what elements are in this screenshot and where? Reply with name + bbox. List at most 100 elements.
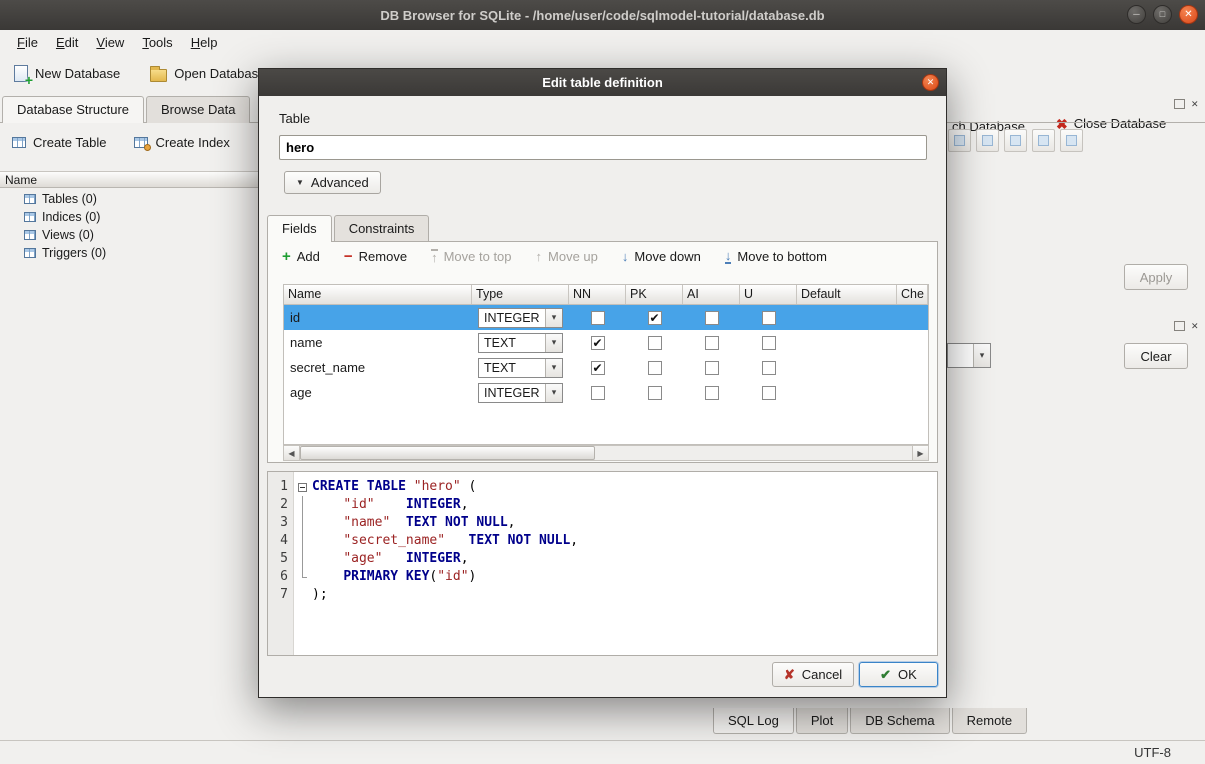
type-combobox[interactable]: TEXT▾ [478,333,563,353]
bottom-tab-plot[interactable]: Plot [796,708,848,734]
cancel-button[interactable]: ✘ Cancel [772,662,854,687]
type-combobox[interactable]: INTEGER▾ [478,383,563,403]
column-header-type[interactable]: Type [472,285,569,304]
field-row-name[interactable]: name TEXT▾ ✔ [284,330,928,355]
dialog-tab-constraints[interactable]: Constraints [334,215,430,241]
create-index-button[interactable]: Create Index [128,131,235,154]
bottom-tab-db-schema[interactable]: DB Schema [850,708,949,734]
type-combobox[interactable]: TEXT▾ [478,358,563,378]
column-header-u[interactable]: U [740,285,797,304]
open-database-button[interactable]: Open Database [144,61,271,86]
default-cell[interactable] [797,305,897,330]
column-header-nn[interactable]: NN [569,285,626,304]
type-combobox[interactable]: INTEGER▾ [478,308,563,328]
column-header-default[interactable]: Default [797,285,897,304]
column-header-che[interactable]: Che [897,285,928,304]
menu-tools[interactable]: Tools [133,32,181,53]
advanced-toggle-button[interactable]: ▼ Advanced [284,171,381,194]
menu-edit[interactable]: Edit [47,32,87,53]
u-checkbox[interactable] [762,311,776,325]
pk-checkbox[interactable]: ✔ [648,311,662,325]
column-header-pk[interactable]: PK [626,285,683,304]
horizontal-scrollbar[interactable]: ◀ ▶ [283,445,929,461]
field-row-secret-name[interactable]: secret_name TEXT▾ ✔ [284,355,928,380]
field-row-age[interactable]: age INTEGER▾ [284,380,928,405]
maximize-icon[interactable]: □ [1153,5,1172,24]
tree-item-views-0[interactable]: Views (0) [0,226,258,244]
fold-marker[interactable] [294,478,310,496]
encoding-indicator[interactable]: UTF-8 [1134,745,1171,760]
cell-toolbar-icon[interactable] [1004,129,1027,152]
menu-help[interactable]: Help [182,32,227,53]
ok-button[interactable]: ✔ OK [859,662,938,687]
default-cell[interactable] [797,380,897,405]
u-checkbox[interactable] [762,336,776,350]
move-down-button[interactable]: ↓Move down [622,249,701,264]
field-name-cell[interactable]: age [284,380,472,405]
sql-code[interactable]: CREATE TABLE "hero" ( "id" INTEGER, "nam… [310,472,937,655]
new-database-button[interactable]: New Database [8,61,126,86]
u-checkbox[interactable] [762,361,776,375]
log-filter-combobox[interactable]: ▾ [947,343,991,368]
pk-checkbox[interactable] [648,386,662,400]
table-name-input[interactable] [279,135,927,160]
scroll-track[interactable] [300,446,912,460]
pk-checkbox[interactable] [648,361,662,375]
cell-toolbar-icon[interactable] [1060,129,1083,152]
menu-view[interactable]: View [87,32,133,53]
menu-file[interactable]: File [8,32,47,53]
cell-toolbar-icon[interactable] [948,129,971,152]
u-checkbox[interactable] [762,386,776,400]
dock-close-icon[interactable]: ✕ [1191,322,1199,331]
ai-checkbox[interactable] [705,386,719,400]
tab-database-structure[interactable]: Database Structure [2,96,144,123]
cell-toolbar-icon[interactable] [1032,129,1055,152]
nn-checkbox[interactable]: ✔ [591,336,605,350]
minimize-icon[interactable]: ─ [1127,5,1146,24]
tree-header-name[interactable]: Name [0,171,258,188]
nn-checkbox[interactable] [591,311,605,325]
check-cell[interactable] [897,355,928,380]
dialog-tab-fields[interactable]: Fields [267,215,332,242]
nn-checkbox[interactable] [591,386,605,400]
tab-browse-data[interactable]: Browse Data [146,96,250,123]
close-icon[interactable]: ✕ [1179,5,1198,24]
default-cell[interactable] [797,355,897,380]
dock-float-icon[interactable] [1174,99,1185,109]
ai-checkbox[interactable] [705,336,719,350]
clear-button[interactable]: Clear [1124,343,1188,369]
dock-float-icon[interactable] [1174,321,1185,331]
tree-item-tables-0[interactable]: Tables (0) [0,190,258,208]
dock-close-icon[interactable]: ✕ [1191,100,1199,109]
check-cell[interactable] [897,380,928,405]
field-name-cell[interactable]: id [284,305,472,330]
field-name-cell[interactable]: name [284,330,472,355]
column-header-ai[interactable]: AI [683,285,740,304]
bottom-tab-remote[interactable]: Remote [952,708,1028,734]
check-cell[interactable] [897,305,928,330]
field-row-id[interactable]: id INTEGER▾ ✔ [284,305,928,330]
tree-item-indices-0[interactable]: Indices (0) [0,208,258,226]
ai-checkbox[interactable] [705,311,719,325]
scroll-left-icon[interactable]: ◀ [284,446,300,460]
move-to-bottom-button[interactable]: ↓Move to bottom [725,249,827,264]
nn-checkbox[interactable]: ✔ [591,361,605,375]
tree-item-triggers-0[interactable]: Triggers (0) [0,244,258,262]
ai-checkbox[interactable] [705,361,719,375]
pk-checkbox[interactable] [648,336,662,350]
bottom-tab-sql-log[interactable]: SQL Log [713,708,794,734]
cell-toolbar-icon[interactable] [976,129,999,152]
create-table-button[interactable]: Create Table [6,131,112,154]
add-button[interactable]: +Add [282,249,320,264]
remove-button[interactable]: −Remove [344,249,407,264]
field-name-cell[interactable]: secret_name [284,355,472,380]
scroll-right-icon[interactable]: ▶ [912,446,928,460]
bottom-dock-tabs: SQL LogPlotDB SchemaRemote [713,708,1029,734]
scroll-thumb[interactable] [300,446,595,460]
column-header-name[interactable]: Name [284,285,472,304]
tree-node-icon [24,248,36,258]
collapse-icon[interactable] [298,483,307,492]
check-cell[interactable] [897,330,928,355]
dialog-close-icon[interactable]: ✕ [922,74,939,91]
default-cell[interactable] [797,330,897,355]
